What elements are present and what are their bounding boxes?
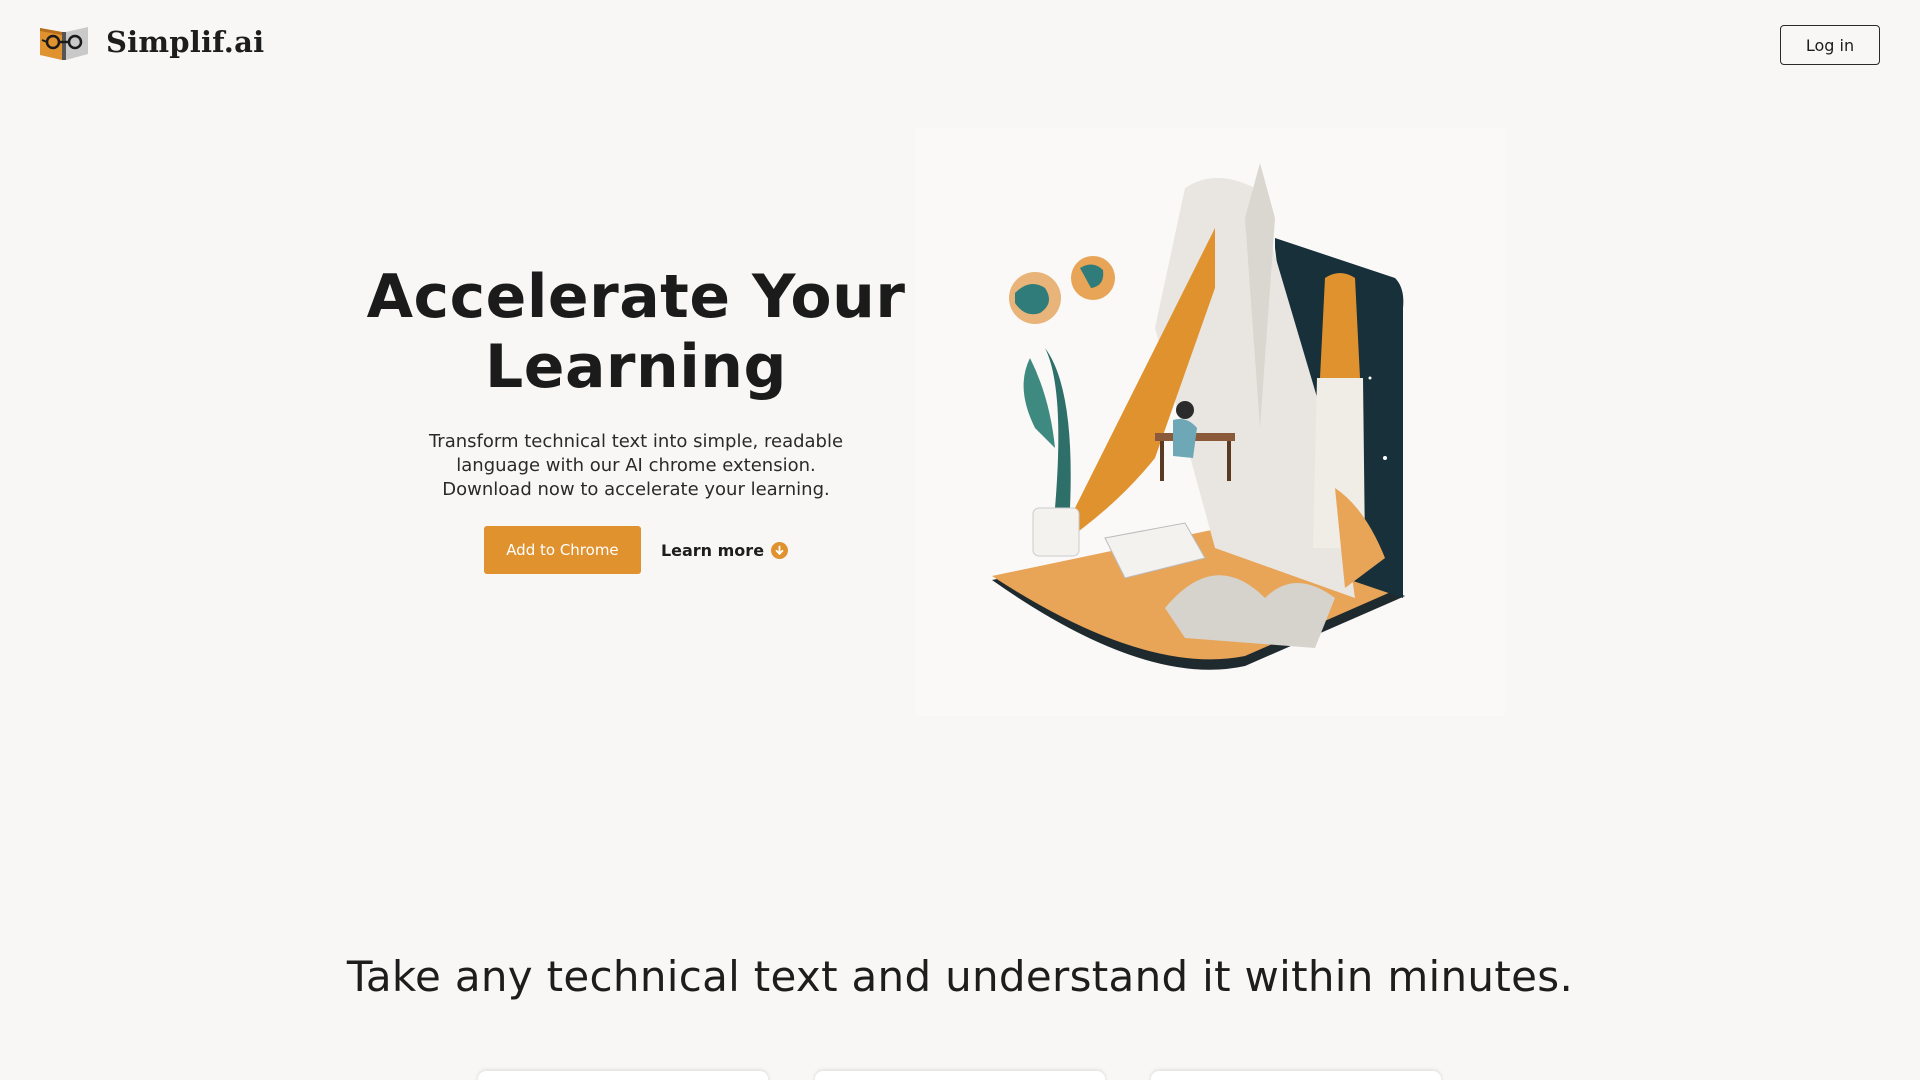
learn-more-label: Learn more <box>660 540 765 560</box>
page: Simplif.ai Log in Accelerate Your Learni… <box>0 0 1920 1080</box>
book-glasses-icon <box>40 27 88 60</box>
brand[interactable]: Simplif.ai <box>38 22 264 62</box>
arrow-down-circle-icon <box>771 541 789 559</box>
hero-section: Accelerate Your Learning Transform techn… <box>360 262 912 574</box>
hero-subtitle: Transform technical text into simple, re… <box>428 431 844 500</box>
section-tagline: Take any technical text and understand i… <box>346 952 1574 1001</box>
hero-actions: Add to Chrome Learn more <box>360 526 912 574</box>
add-to-chrome-button[interactable]: Add to Chrome <box>483 526 641 574</box>
learn-more-link[interactable]: Learn more <box>660 540 789 560</box>
feature-card <box>1151 1071 1441 1080</box>
hero-title: Accelerate Your Learning <box>360 262 912 402</box>
login-button[interactable]: Log in <box>1780 25 1880 65</box>
hero-illustration <box>915 128 1505 716</box>
feature-card <box>478 1071 768 1080</box>
hero-title-line-2: Learning <box>485 332 787 402</box>
hero-title-line-1: Accelerate Your <box>366 262 906 332</box>
brand-name: Simplif.ai <box>106 25 265 59</box>
feature-card <box>815 1071 1105 1080</box>
